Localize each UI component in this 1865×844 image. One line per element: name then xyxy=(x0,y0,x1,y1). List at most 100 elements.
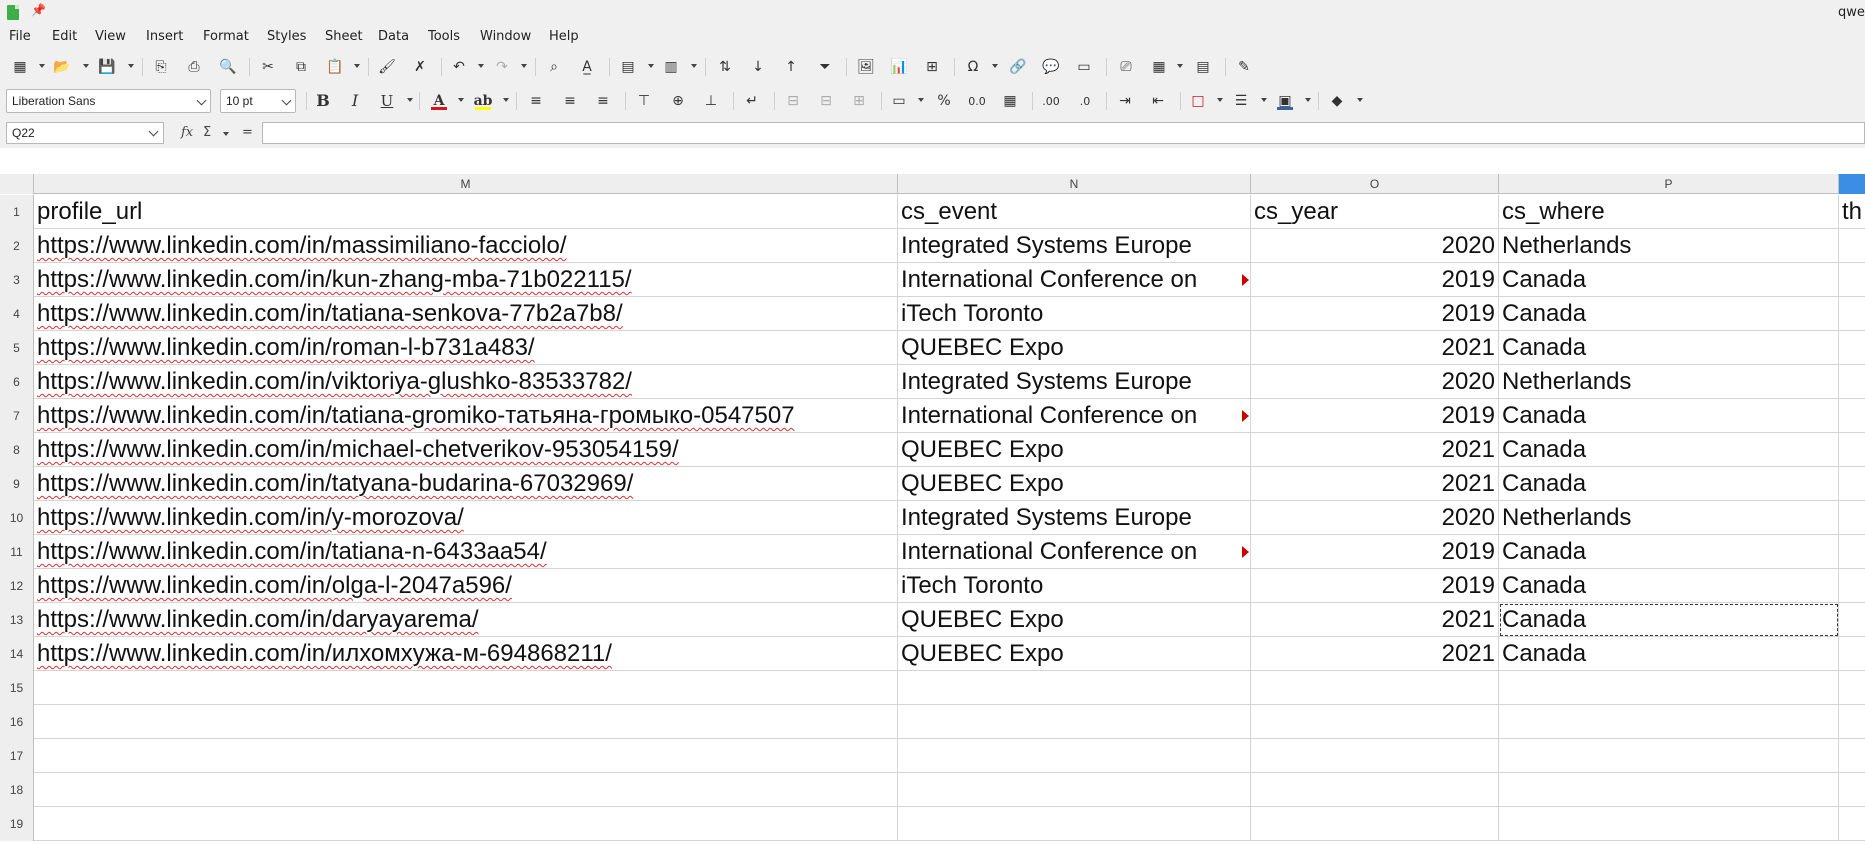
cell-extra[interactable] xyxy=(1839,569,1865,603)
freeze-dropdown-icon[interactable] xyxy=(1177,64,1183,68)
cell-where[interactable] xyxy=(1499,705,1839,739)
new-dropdown-icon[interactable] xyxy=(39,64,45,68)
currency-format-icon[interactable]: ▭ xyxy=(888,91,910,111)
cell-url[interactable]: https://www.linkedin.com/in/michael-chet… xyxy=(34,433,898,467)
row-header[interactable]: 9 xyxy=(0,467,34,501)
wrap-text-icon[interactable]: ↵ xyxy=(741,91,763,111)
cell-event[interactable]: Integrated Systems Europe xyxy=(898,365,1251,399)
formula-input[interactable] xyxy=(262,122,1865,144)
row-header[interactable]: 5 xyxy=(0,331,34,365)
cell-url[interactable]: https://www.linkedin.com/in/tatyana-buda… xyxy=(34,467,898,501)
open-dropdown-icon[interactable] xyxy=(83,64,89,68)
percent-format-button[interactable]: % xyxy=(933,91,955,111)
cell-url[interactable] xyxy=(34,773,898,807)
highlight-color-icon[interactable]: ab xyxy=(472,91,494,111)
row-header[interactable]: 17 xyxy=(0,739,34,773)
cell-extra[interactable] xyxy=(1839,399,1865,433)
name-box[interactable]: Q22 xyxy=(6,122,164,144)
cell-url[interactable]: profile_url xyxy=(34,195,898,229)
row-header[interactable]: 3 xyxy=(0,263,34,297)
pin-icon[interactable]: 📌 xyxy=(31,3,46,17)
spelling-icon[interactable]: A̲ xyxy=(576,57,598,77)
underline-button[interactable]: U xyxy=(376,91,398,111)
cell-extra[interactable] xyxy=(1839,603,1865,637)
undo-dropdown-icon[interactable] xyxy=(478,64,484,68)
cell-extra[interactable] xyxy=(1839,637,1865,671)
cell-where[interactable]: cs_where xyxy=(1499,195,1839,229)
find-replace-icon[interactable]: ⌕ xyxy=(543,57,565,77)
row-header[interactable]: 4 xyxy=(0,297,34,331)
menu-format[interactable]: Format xyxy=(203,29,249,44)
cell-where[interactable]: Canada xyxy=(1499,569,1839,603)
cell-extra[interactable] xyxy=(1839,331,1865,365)
cell-url[interactable]: https://www.linkedin.com/in/massimiliano… xyxy=(34,229,898,263)
cell-where[interactable]: Canada xyxy=(1499,433,1839,467)
cell-where[interactable]: Canada xyxy=(1499,637,1839,671)
cell-year[interactable]: 2020 xyxy=(1251,501,1499,535)
redo-dropdown-icon[interactable] xyxy=(521,64,527,68)
cell-event[interactable]: QUEBEC Expo xyxy=(898,331,1251,365)
cell-event[interactable]: iTech Toronto xyxy=(898,569,1251,603)
insert-image-icon[interactable]: 🖼 xyxy=(855,57,877,77)
add-decimal-button[interactable]: .00 xyxy=(1040,91,1062,111)
cell-extra[interactable] xyxy=(1839,433,1865,467)
copy-icon[interactable]: ⧉ xyxy=(290,57,312,77)
menu-insert[interactable]: Insert xyxy=(146,29,183,44)
print-preview-icon[interactable]: 🔍 xyxy=(217,57,239,77)
autofilter-icon[interactable]: ⏷ xyxy=(814,57,836,77)
select-all-corner[interactable] xyxy=(0,174,34,194)
bold-button[interactable]: B xyxy=(312,91,334,111)
column-icon[interactable]: ▥ xyxy=(660,57,682,77)
row-icon[interactable]: ▤ xyxy=(617,57,639,77)
align-right-icon[interactable]: ≡ xyxy=(592,91,614,111)
open-folder-icon[interactable]: 📂 xyxy=(51,57,73,77)
cell-event[interactable]: Integrated Systems Europe xyxy=(898,229,1251,263)
row-header[interactable]: 13 xyxy=(0,603,34,637)
export-pdf-icon[interactable]: ⎘ xyxy=(150,57,172,77)
currency-dropdown-icon[interactable] xyxy=(918,98,924,102)
column-header-q[interactable] xyxy=(1839,174,1865,194)
cell-where[interactable]: Netherlands xyxy=(1499,501,1839,535)
cell-url[interactable]: https://www.linkedin.com/in/viktoriya-gl… xyxy=(34,365,898,399)
cell-where[interactable]: Canada xyxy=(1499,399,1839,433)
cell-year[interactable]: 2021 xyxy=(1251,637,1499,671)
menu-sheet[interactable]: Sheet xyxy=(325,29,363,44)
cut-icon[interactable]: ✂ xyxy=(257,57,279,77)
cell-year[interactable] xyxy=(1251,671,1499,705)
cell-extra[interactable] xyxy=(1839,807,1865,841)
border-style-dropdown-icon[interactable] xyxy=(1261,98,1267,102)
menu-file[interactable]: File xyxy=(9,29,31,44)
column-header-n[interactable]: N xyxy=(898,174,1251,194)
unmerge-cells-icon[interactable]: ⊞ xyxy=(848,91,870,111)
undo-icon[interactable]: ↶ xyxy=(448,57,470,77)
define-print-area-icon[interactable]: ⎚ xyxy=(1115,57,1137,77)
cell-event[interactable]: International Conference on xyxy=(898,535,1251,569)
function-wizard-icon[interactable]: fx xyxy=(181,124,193,142)
cell-extra[interactable] xyxy=(1839,705,1865,739)
row-header[interactable]: 7 xyxy=(0,399,34,433)
font-color-icon[interactable]: A xyxy=(428,91,450,111)
new-spreadsheet-icon[interactable]: ▦ xyxy=(9,57,31,77)
cell-event[interactable] xyxy=(898,773,1251,807)
cell-year[interactable] xyxy=(1251,807,1499,841)
paste-dropdown-icon[interactable] xyxy=(354,64,360,68)
row-header[interactable]: 12 xyxy=(0,569,34,603)
cell-url[interactable]: https://www.linkedin.com/in/tatiana-grom… xyxy=(34,399,898,433)
save-icon[interactable]: 💾 xyxy=(96,57,118,77)
formula-icon[interactable]: = xyxy=(242,124,253,142)
row-header[interactable]: 2 xyxy=(0,229,34,263)
font-color-dropdown-icon[interactable] xyxy=(458,98,464,102)
border-color-icon[interactable]: ▣ xyxy=(1274,91,1296,111)
draw-functions-icon[interactable]: ✎ xyxy=(1233,57,1255,77)
cell-where[interactable]: Netherlands xyxy=(1499,229,1839,263)
special-character-dropdown-icon[interactable] xyxy=(992,64,998,68)
cell-event[interactable]: International Conference on xyxy=(898,399,1251,433)
row-header[interactable]: 11 xyxy=(0,535,34,569)
align-left-icon[interactable]: ≡ xyxy=(525,91,547,111)
redo-icon[interactable]: ↷ xyxy=(491,57,513,77)
cell-extra[interactable] xyxy=(1839,739,1865,773)
column-dropdown-icon[interactable] xyxy=(691,64,697,68)
cell-event[interactable]: iTech Toronto xyxy=(898,297,1251,331)
highlight-dropdown-icon[interactable] xyxy=(503,98,509,102)
delete-decimal-button[interactable]: .0 xyxy=(1074,91,1096,111)
